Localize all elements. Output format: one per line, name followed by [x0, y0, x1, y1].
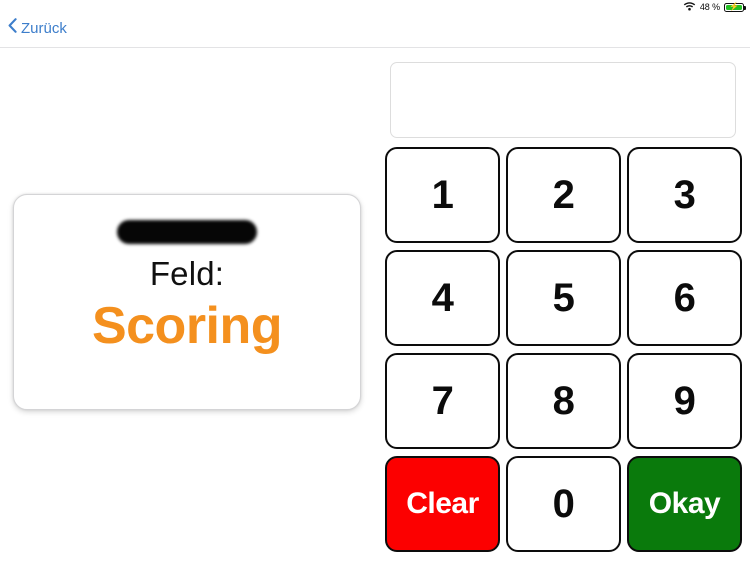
battery-percent-label: 48 % — [699, 1, 720, 12]
numeric-display-field[interactable] — [390, 62, 736, 138]
key-6[interactable]: 6 — [627, 250, 742, 346]
field-value: Scoring — [91, 296, 283, 355]
key-1[interactable]: 1 — [385, 147, 500, 243]
chevron-left-icon — [8, 18, 17, 38]
field-info-card: Feld: Scoring — [13, 194, 361, 410]
numeric-display-value — [391, 63, 735, 83]
back-button[interactable]: Zurück — [8, 18, 67, 38]
nav-bar: Zurück — [0, 14, 750, 48]
key-clear[interactable]: Clear — [385, 456, 500, 552]
charging-bolt-icon: ⚡ — [729, 2, 739, 11]
app-root: 48 % ⚡ Zurück Feld: Scoring 1 2 3 4 5 6 7 8 9 Cle… — [0, 0, 750, 562]
numeric-keypad: 1 2 3 4 5 6 7 8 9 Clear 0 Okay — [385, 147, 743, 552]
key-3[interactable]: 3 — [627, 147, 742, 243]
field-label: Feld: — [149, 255, 225, 292]
key-2[interactable]: 2 — [506, 147, 621, 243]
key-9[interactable]: 9 — [627, 353, 742, 449]
key-0[interactable]: 0 — [506, 456, 621, 552]
key-5[interactable]: 5 — [506, 250, 621, 346]
key-4[interactable]: 4 — [385, 250, 500, 346]
back-button-label: Zurück — [21, 19, 67, 37]
key-7[interactable]: 7 — [385, 353, 500, 449]
battery-charging-icon: ⚡ — [724, 2, 746, 12]
key-okay[interactable]: Okay — [627, 456, 742, 552]
redacted-value-bar — [117, 220, 257, 244]
key-8[interactable]: 8 — [506, 353, 621, 449]
status-bar: 48 % ⚡ — [0, 0, 750, 14]
